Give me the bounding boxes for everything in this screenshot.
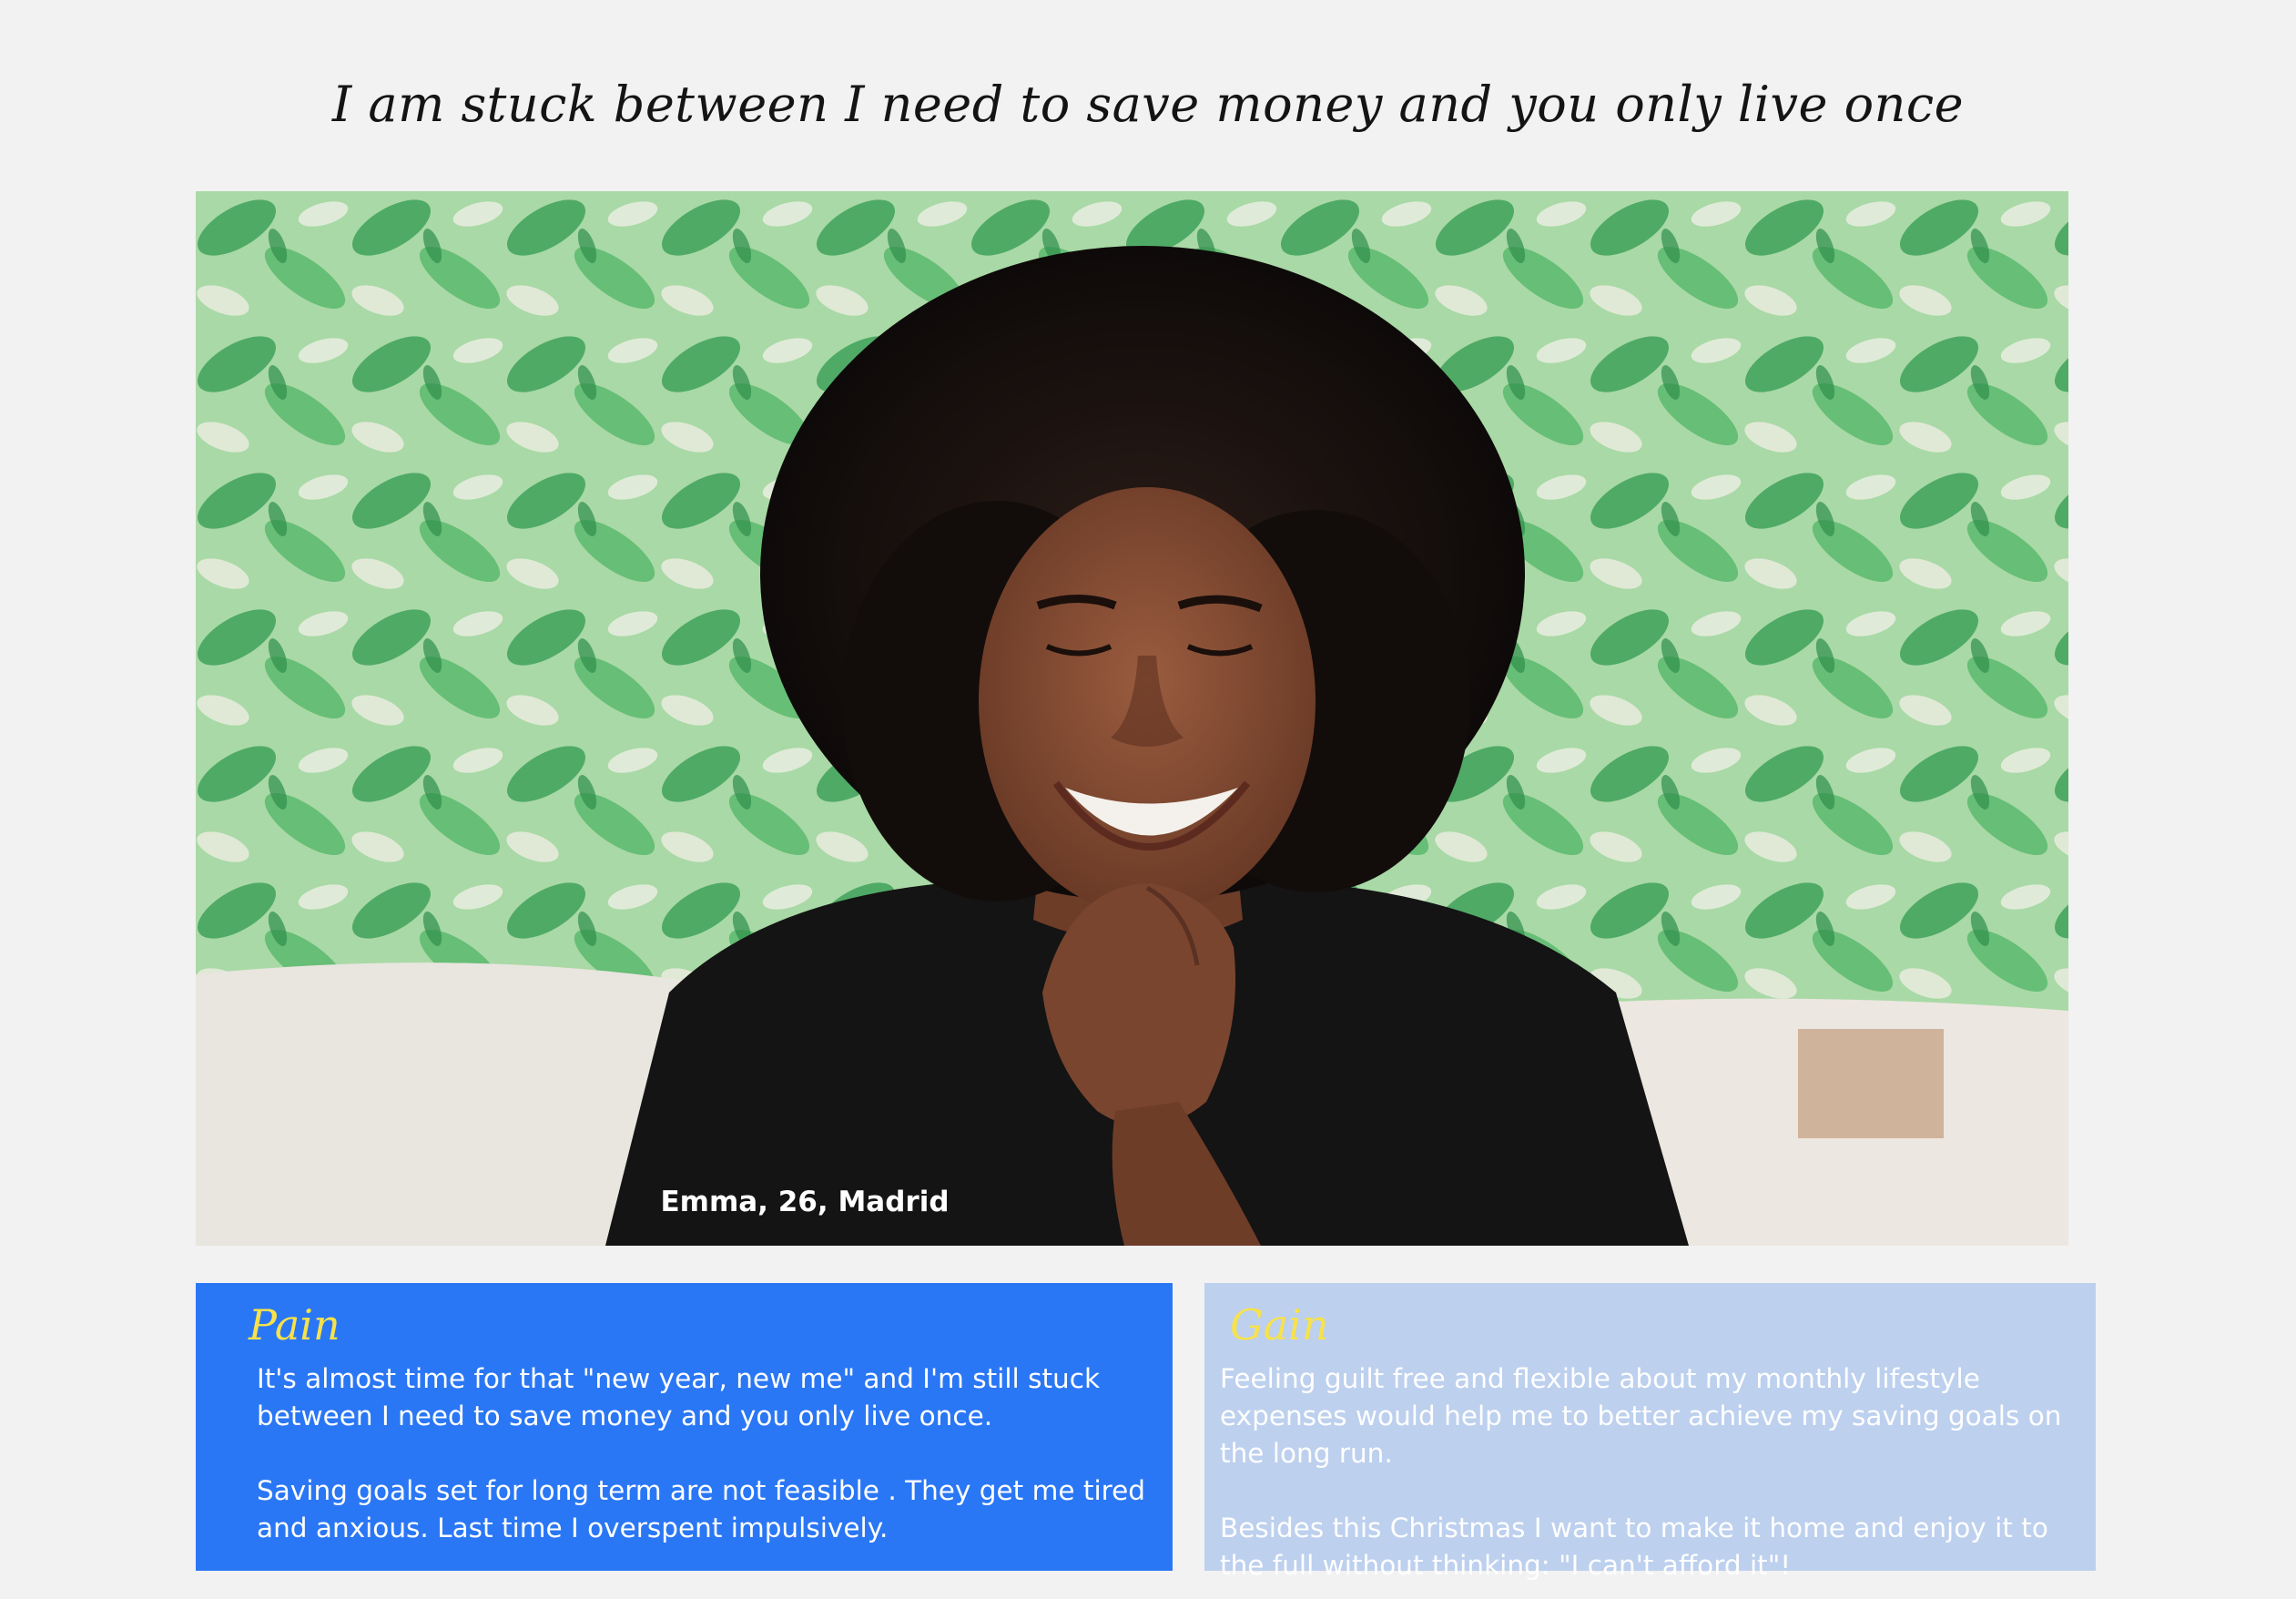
- persona-photo: [196, 191, 2068, 1246]
- pain-paragraph: Saving goals set for long term are not f…: [257, 1475, 1145, 1543]
- gain-card: Gain Feeling guilt free and flexible abo…: [1204, 1283, 2096, 1581]
- gain-body: Feeling guilt free and flexible about my…: [1220, 1360, 2085, 1584]
- pain-paragraph: It's almost time for that "new year, new…: [257, 1363, 1101, 1431]
- gain-title: Gain: [1230, 1300, 1329, 1349]
- smiling-woman-photo: [196, 191, 2068, 1246]
- page-headline: I am stuck between I need to save money …: [331, 76, 1965, 133]
- gain-paragraph: Besides this Christmas I want to make it…: [1220, 1512, 2048, 1581]
- pain-title: Pain: [249, 1300, 340, 1349]
- persona-caption: Emma, 26, Madrid: [660, 1186, 950, 1218]
- pain-card: Pain It's almost time for that "new year…: [196, 1283, 1173, 1571]
- pain-body: It's almost time for that "new year, new…: [257, 1360, 1158, 1547]
- gain-paragraph: Feeling guilt free and flexible about my…: [1220, 1363, 2062, 1469]
